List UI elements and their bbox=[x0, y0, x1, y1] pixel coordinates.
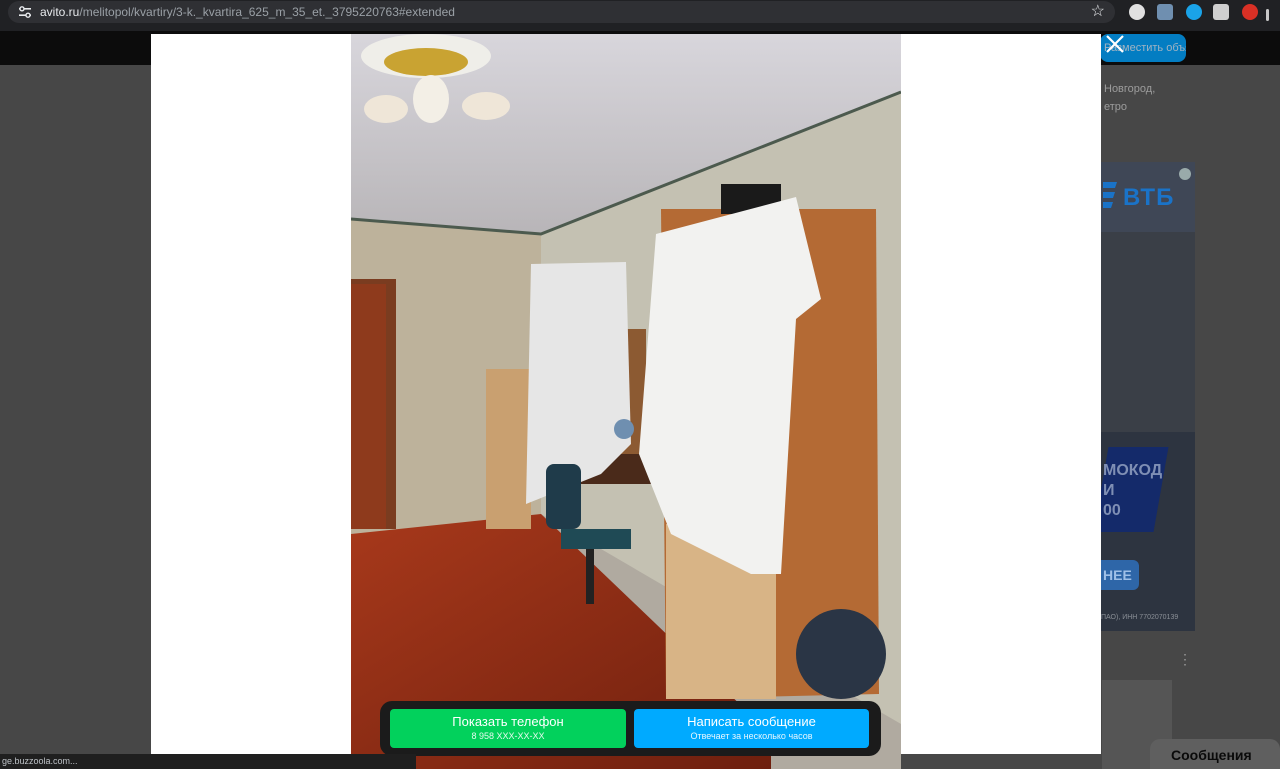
show-phone-label: Показать телефон bbox=[452, 714, 564, 729]
extension-icon[interactable] bbox=[1157, 4, 1173, 20]
menu-dots-icon[interactable] bbox=[1266, 9, 1269, 21]
ad-brand: ВТБ bbox=[1123, 184, 1175, 211]
phone-number-masked: 8 958 XXX-XX-XX bbox=[471, 731, 545, 741]
ad-promo-text: МОКОД bbox=[1103, 462, 1163, 479]
browser-toolbar: avito.ru/melitopol/kvartiry/3-k._kvartir… bbox=[0, 0, 1280, 31]
messages-tab[interactable]: Сообщения bbox=[1150, 739, 1280, 769]
url-host: avito.ru bbox=[40, 5, 80, 19]
address-text: Новгород, bbox=[1104, 83, 1156, 95]
sidebar-ad-banner[interactable]: ВТБ МОКОД И 00 НЕЕ ПАО), ИНН 7702070139 bbox=[1101, 162, 1195, 631]
extension-icon[interactable] bbox=[1213, 4, 1229, 20]
response-time-hint: Отвечает за несколько часов bbox=[690, 731, 813, 741]
room-photo-illustration bbox=[351, 34, 901, 769]
ad-promo-text: 00 bbox=[1103, 502, 1121, 519]
metro-text: етро bbox=[1104, 101, 1128, 113]
photo-gallery-modal bbox=[151, 34, 1101, 769]
status-bar-url: ge.buzzoola.com... bbox=[0, 754, 416, 769]
bookmark-star-icon[interactable]: ☆ bbox=[1091, 3, 1105, 21]
more-options-icon[interactable]: ⋮ bbox=[1178, 652, 1192, 666]
ad-cta-button[interactable]: НЕЕ bbox=[1101, 560, 1139, 590]
contact-action-bar: Показать телефон 8 958 XXX-XX-XX Написат… bbox=[380, 701, 881, 756]
extension-icon[interactable] bbox=[1242, 4, 1258, 20]
listing-photo[interactable] bbox=[351, 34, 901, 769]
extension-icon[interactable] bbox=[1129, 4, 1145, 20]
ad-promo-text: И bbox=[1103, 482, 1115, 499]
show-phone-button[interactable]: Показать телефон 8 958 XXX-XX-XX bbox=[390, 709, 626, 748]
messages-label: Сообщения bbox=[1171, 747, 1252, 763]
extension-icon[interactable] bbox=[1186, 4, 1202, 20]
close-icon[interactable] bbox=[1104, 33, 1126, 55]
ad-info-icon[interactable] bbox=[1179, 168, 1191, 180]
site-settings-icon[interactable] bbox=[18, 5, 32, 19]
url-text: avito.ru/melitopol/kvartiry/3-k._kvartir… bbox=[40, 5, 455, 19]
write-message-button[interactable]: Написать сообщение Отвечает за несколько… bbox=[634, 709, 869, 748]
write-message-label: Написать сообщение bbox=[687, 714, 816, 729]
url-path: /melitopol/kvartiry/3-k._kvartira_625_m_… bbox=[79, 5, 455, 19]
ad-image bbox=[1101, 232, 1195, 432]
vtb-logo-mark-icon bbox=[1103, 182, 1117, 208]
address-bar[interactable]: avito.ru/melitopol/kvartiry/3-k._kvartir… bbox=[8, 1, 1115, 23]
ad-legal-text: ПАО), ИНН 7702070139 bbox=[1101, 614, 1179, 621]
